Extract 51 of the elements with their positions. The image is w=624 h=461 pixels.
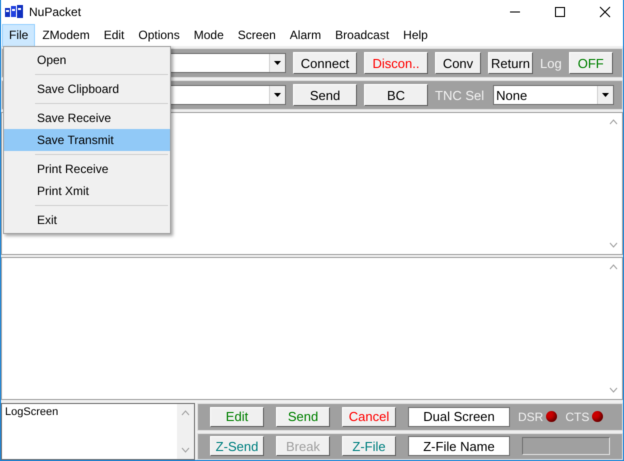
indicator-label: DSR: [518, 410, 544, 424]
button[interactable]: Conv: [435, 52, 481, 74]
indicator-label: CTS: [565, 410, 590, 424]
dropdown-arrow-icon[interactable]: [274, 93, 281, 97]
menu-item[interactable]: Print Receive: [4, 158, 170, 180]
log-text: LogScreen: [4, 405, 60, 420]
menu-item[interactable]: Mode: [186, 24, 231, 46]
log-screen[interactable]: LogScreen: [1, 403, 195, 460]
menu-item[interactable]: Print Xmit: [4, 180, 170, 202]
menu-item[interactable]: File: [2, 24, 36, 46]
maximize-icon[interactable]: [554, 6, 566, 18]
menu-item[interactable]: Exit: [4, 209, 170, 231]
button[interactable]: Edit: [210, 406, 264, 427]
menu-item[interactable]: Help: [396, 24, 435, 46]
button[interactable]: Send: [293, 84, 357, 106]
window-title: NuPacket: [29, 5, 82, 19]
menu-item[interactable]: Broadcast: [328, 24, 396, 46]
scroll-up-icon[interactable]: [609, 264, 618, 270]
button[interactable]: Connect: [293, 52, 357, 74]
tnc-label: TNC Sel: [435, 88, 484, 102]
scrollbar[interactable]: [177, 404, 194, 459]
button[interactable]: BC: [364, 84, 428, 106]
menu-item[interactable]: Save Transmit: [4, 129, 170, 151]
button[interactable]: Discon..: [364, 52, 428, 74]
dropdown-arrow-icon[interactable]: [274, 61, 281, 65]
app-icon: [5, 5, 23, 19]
dropdown-arrow-icon[interactable]: [602, 93, 610, 97]
button[interactable]: Z-Send: [210, 436, 264, 456]
close-icon[interactable]: [599, 6, 611, 18]
button[interactable]: Cancel: [342, 406, 396, 427]
scroll-down-icon[interactable]: [609, 387, 618, 393]
menu-item[interactable]: Save Receive: [4, 107, 170, 129]
menu-item[interactable]: Screen: [230, 24, 283, 46]
tnc-select[interactable]: None: [493, 85, 614, 105]
menu-item[interactable]: Alarm: [282, 24, 328, 46]
scroll-up-icon[interactable]: [609, 119, 618, 125]
button[interactable]: Z-File: [342, 436, 396, 456]
button[interactable]: Return: [488, 52, 533, 74]
file-name-field[interactable]: Z-File Name: [408, 436, 510, 456]
menu-item[interactable]: Open: [4, 49, 170, 71]
log-label: Log: [540, 56, 562, 70]
scroll-down-icon[interactable]: [609, 242, 618, 248]
menu-item[interactable]: Save Clipboard: [4, 78, 170, 100]
scroll-up-icon[interactable]: [181, 410, 190, 416]
button[interactable]: OFF: [568, 52, 613, 74]
scroll-down-icon[interactable]: [181, 447, 190, 453]
button[interactable]: Send: [276, 406, 330, 427]
mode-field: Dual Screen: [408, 406, 510, 427]
menu-item[interactable]: ZModem: [35, 24, 97, 46]
menu-item[interactable]: Edit: [96, 24, 132, 46]
menu-item[interactable]: Options: [131, 24, 187, 46]
